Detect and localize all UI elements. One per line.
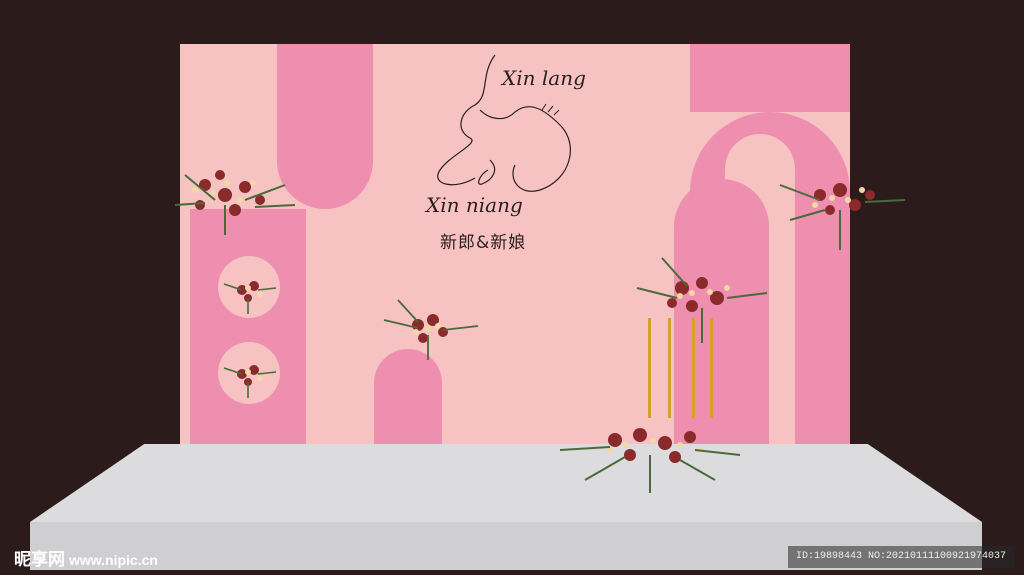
- flower-arrangement-center: [383, 299, 479, 360]
- signature-bottom-text: Xin niang: [424, 193, 523, 217]
- scene-background: Xin lang Xin niang 新郎&新娘 昵享网 www.nipic.c…: [0, 0, 1024, 575]
- couple-names: 新郎&新娘: [440, 233, 527, 253]
- couple-line-art-logo: Xin lang Xin niang: [424, 54, 586, 217]
- watermark-site-url: www.nipic.cn: [69, 552, 158, 568]
- watermark-site-name: 昵享网: [14, 550, 65, 569]
- stage-top-surface: [30, 444, 982, 522]
- flower-circle-lower: [223, 365, 277, 398]
- flower-arrangement-stand-top: [636, 257, 768, 343]
- flower-arrangement-upper-right: [779, 183, 906, 250]
- watermark-site: 昵享网 www.nipic.cn: [14, 545, 158, 570]
- flower-circle-upper: [223, 281, 277, 314]
- watermark-image-id: ID:19898443 NO:20210111100921974037: [787, 546, 1014, 568]
- signature-top-text: Xin lang: [500, 66, 586, 90]
- panel-right-top: [690, 44, 850, 112]
- flower-arrangement-upper-left: [174, 170, 296, 235]
- arch-small-center: [374, 349, 442, 444]
- flower-arrangement-stage-floor: [559, 428, 741, 493]
